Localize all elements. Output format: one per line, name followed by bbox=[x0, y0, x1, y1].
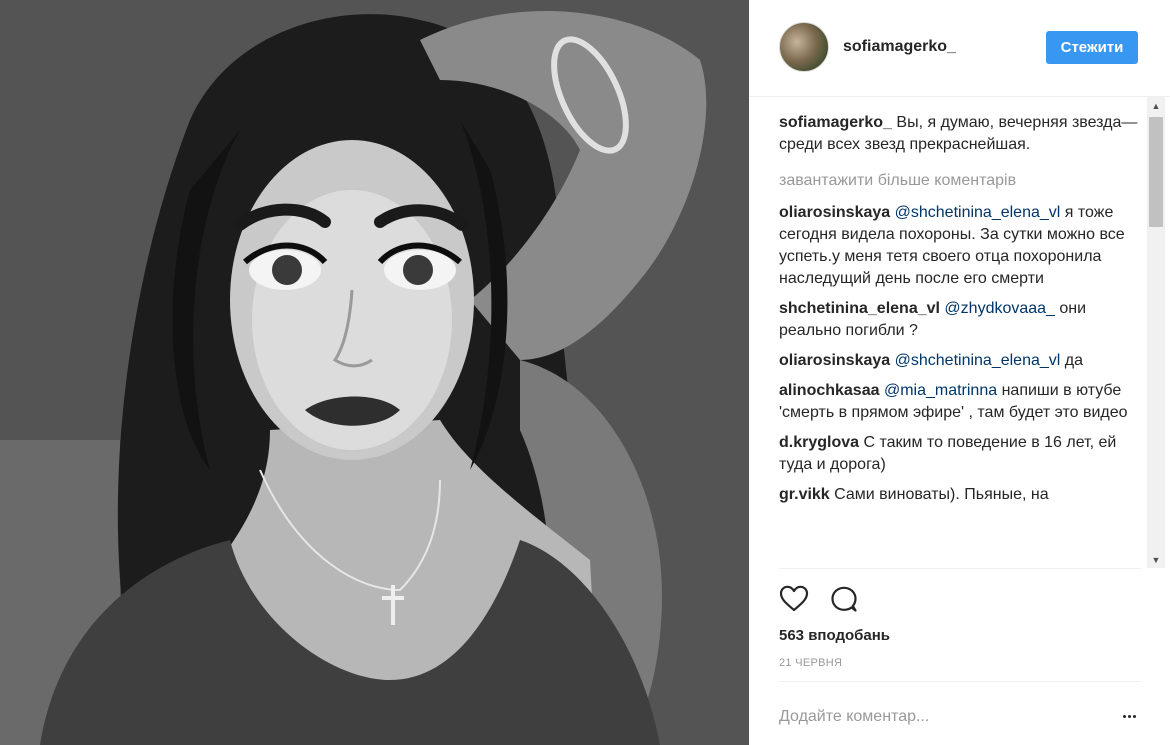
comments-scrollbar[interactable]: ▲ ▼ bbox=[1147, 97, 1165, 568]
comment-mention-link[interactable]: @shchetinina_elena_vl bbox=[895, 352, 1061, 369]
comment-item: oliarosinskaya @shchetinina_elena_vl я т… bbox=[779, 202, 1141, 290]
comment-username-link[interactable]: gr.vikk bbox=[779, 486, 830, 503]
comment-username-link[interactable]: shchetinina_elena_vl bbox=[779, 300, 940, 317]
post-photo bbox=[0, 0, 749, 745]
author-avatar[interactable] bbox=[779, 22, 829, 72]
comment-username-link[interactable]: oliarosinskaya bbox=[779, 352, 890, 369]
comment-text: Сами виноваты). Пьяные, на bbox=[834, 486, 1049, 503]
heart-icon[interactable] bbox=[779, 584, 809, 614]
load-more-comments-link[interactable]: завантажити більше коментарів bbox=[779, 170, 1141, 192]
comment-username-link[interactable]: d.kryglova bbox=[779, 434, 859, 451]
caption-username-link[interactable]: sofiamagerko_ bbox=[779, 114, 892, 131]
comment-mention-link[interactable]: @mia_matrinna bbox=[884, 382, 997, 399]
photo-illustration bbox=[0, 0, 749, 745]
author-username-link[interactable]: sofiamagerko_ bbox=[843, 38, 956, 56]
follow-button[interactable]: Стежити bbox=[1046, 31, 1138, 64]
comment-item: shchetinina_elena_vl @zhydkovaaa_ они ре… bbox=[779, 298, 1141, 342]
post-details-panel: sofiamagerko_ Стежити sofiamagerko_ Вы, … bbox=[749, 0, 1170, 745]
actions-divider bbox=[779, 568, 1141, 569]
comment-item: oliarosinskaya @shchetinina_elena_vl да bbox=[779, 350, 1141, 372]
comment-username-link[interactable]: alinochkasaa bbox=[779, 382, 880, 399]
more-options-icon[interactable] bbox=[1117, 706, 1141, 726]
comment-input[interactable] bbox=[779, 700, 1099, 734]
comment-mention-link[interactable]: @shchetinina_elena_vl bbox=[895, 204, 1061, 221]
comment-username-link[interactable]: oliarosinskaya bbox=[779, 204, 890, 221]
scrollbar-thumb[interactable] bbox=[1149, 117, 1163, 227]
comment-item: d.kryglova С таким то поведение в 16 лет… bbox=[779, 432, 1141, 476]
likes-count[interactable]: 563 вподобань bbox=[779, 627, 890, 644]
post-date[interactable]: 21 ЧЕРВНЯ bbox=[779, 657, 842, 669]
comment-item: alinochkasaa @mia_matrinna напиши в ютуб… bbox=[779, 380, 1141, 424]
comment-mention-link[interactable]: @zhydkovaaa_ bbox=[944, 300, 1055, 317]
comment-item: gr.vikk Сами виноваты). Пьяные, на bbox=[779, 484, 1141, 506]
triangle-down-icon[interactable]: ▼ bbox=[1147, 551, 1165, 568]
comments-list: sofiamagerko_ Вы, я думаю, вечерняя звез… bbox=[779, 112, 1141, 567]
post-header: sofiamagerko_ Стежити bbox=[749, 0, 1170, 97]
add-comment-section bbox=[779, 681, 1141, 745]
triangle-up-icon[interactable]: ▲ bbox=[1147, 97, 1165, 114]
comment-text: да bbox=[1064, 352, 1083, 369]
post-caption: sofiamagerko_ Вы, я думаю, вечерняя звез… bbox=[779, 112, 1141, 156]
speech-bubble-icon[interactable] bbox=[829, 584, 859, 614]
